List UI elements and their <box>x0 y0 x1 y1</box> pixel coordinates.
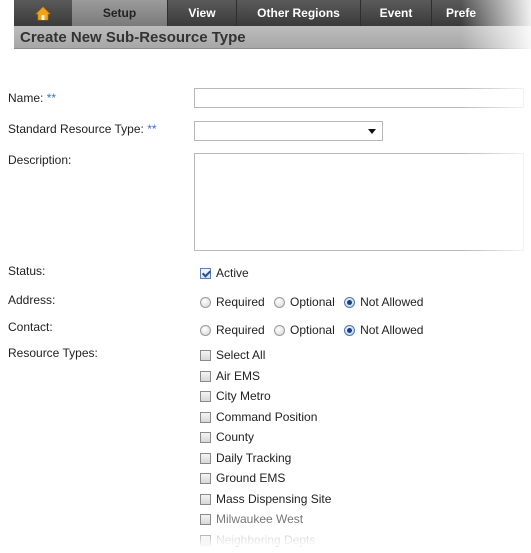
required-marker: ** <box>47 91 56 105</box>
list-item-label: Select All <box>216 348 265 362</box>
radio-label: Optional <box>290 323 335 337</box>
list-item: Milwaukee West <box>200 512 331 533</box>
list-item-label: Ground EMS <box>216 471 285 485</box>
list-item: Daily Tracking <box>200 451 331 472</box>
address-required-radio[interactable] <box>200 297 211 308</box>
resource-type-checkbox[interactable] <box>200 494 211 505</box>
select-all-checkbox[interactable] <box>200 350 211 361</box>
radio-label: Required <box>216 323 265 337</box>
radio-label: Optional <box>290 295 335 309</box>
name-label-text: Name: <box>8 91 43 105</box>
contact-optional-radio[interactable] <box>274 325 285 336</box>
chevron-down-icon <box>368 129 376 134</box>
contact-not-allowed-radio[interactable] <box>344 325 355 336</box>
std-type-label-text: Standard Resource Type: <box>8 122 144 136</box>
list-item-label: City Metro <box>216 389 271 403</box>
name-label: Name: ** <box>8 91 56 105</box>
page-title: Create New Sub-Resource Type <box>20 29 246 46</box>
tab-event[interactable]: Event <box>360 0 431 26</box>
list-item: Select All <box>200 348 331 369</box>
list-item-label: Air EMS <box>216 369 260 383</box>
description-textarea[interactable] <box>194 153 524 251</box>
list-item: Mass Dispensing Site <box>200 492 331 513</box>
resource-type-checkbox[interactable] <box>200 412 211 423</box>
contact-radio-group: Required Optional Not Allowed <box>200 323 423 337</box>
tab-view[interactable]: View <box>167 0 236 26</box>
status-row: Active <box>200 266 249 280</box>
tab-preferences[interactable]: Prefe <box>431 0 526 26</box>
resource-type-checkbox[interactable] <box>200 453 211 464</box>
resource-type-checkbox[interactable] <box>200 432 211 443</box>
list-item: Ground EMS <box>200 471 331 492</box>
list-item: Air EMS <box>200 369 331 390</box>
top-nav-bar: Setup View Other Regions Event Prefe <box>14 0 531 26</box>
list-item-label: Daily Tracking <box>216 451 291 465</box>
page-title-bar: Create New Sub-Resource Type <box>14 26 531 49</box>
list-item: Command Position <box>200 410 331 431</box>
list-item: County <box>200 430 331 451</box>
standard-resource-type-label: Standard Resource Type: ** <box>8 122 157 136</box>
resource-type-checkbox[interactable] <box>200 535 211 546</box>
name-input[interactable] <box>194 88 524 108</box>
active-checkbox[interactable] <box>200 268 211 279</box>
status-label: Status: <box>8 264 45 278</box>
list-item-label: Mass Dispensing Site <box>216 492 331 506</box>
list-item: City Metro <box>200 389 331 410</box>
resource-types-list: Select All Air EMS City Metro Command Po… <box>200 348 331 553</box>
contact-label: Contact: <box>8 320 53 334</box>
home-button[interactable] <box>14 0 72 26</box>
list-item: Neighboring Depts <box>200 533 331 553</box>
home-icon <box>35 6 51 21</box>
address-label: Address: <box>8 293 55 307</box>
list-item-label: Command Position <box>216 410 317 424</box>
tab-setup[interactable]: Setup <box>72 0 167 26</box>
list-item-label: Milwaukee West <box>216 512 303 526</box>
standard-resource-type-select[interactable] <box>194 121 383 141</box>
resource-type-checkbox[interactable] <box>200 391 211 402</box>
radio-label: Not Allowed <box>360 295 423 309</box>
resource-types-label: Resource Types: <box>8 346 98 360</box>
resource-type-checkbox[interactable] <box>200 371 211 382</box>
tab-other-regions[interactable]: Other Regions <box>236 0 360 26</box>
radio-label: Required <box>216 295 265 309</box>
address-optional-radio[interactable] <box>274 297 285 308</box>
radio-label: Not Allowed <box>360 323 423 337</box>
address-radio-group: Required Optional Not Allowed <box>200 295 423 309</box>
resource-type-checkbox[interactable] <box>200 473 211 484</box>
required-marker: ** <box>147 122 156 136</box>
address-not-allowed-radio[interactable] <box>344 297 355 308</box>
list-item-label: Neighboring Depts <box>216 533 315 547</box>
description-label: Description: <box>8 153 71 167</box>
active-label: Active <box>216 266 249 280</box>
contact-required-radio[interactable] <box>200 325 211 336</box>
list-item-label: County <box>216 430 254 444</box>
resource-type-checkbox[interactable] <box>200 514 211 525</box>
